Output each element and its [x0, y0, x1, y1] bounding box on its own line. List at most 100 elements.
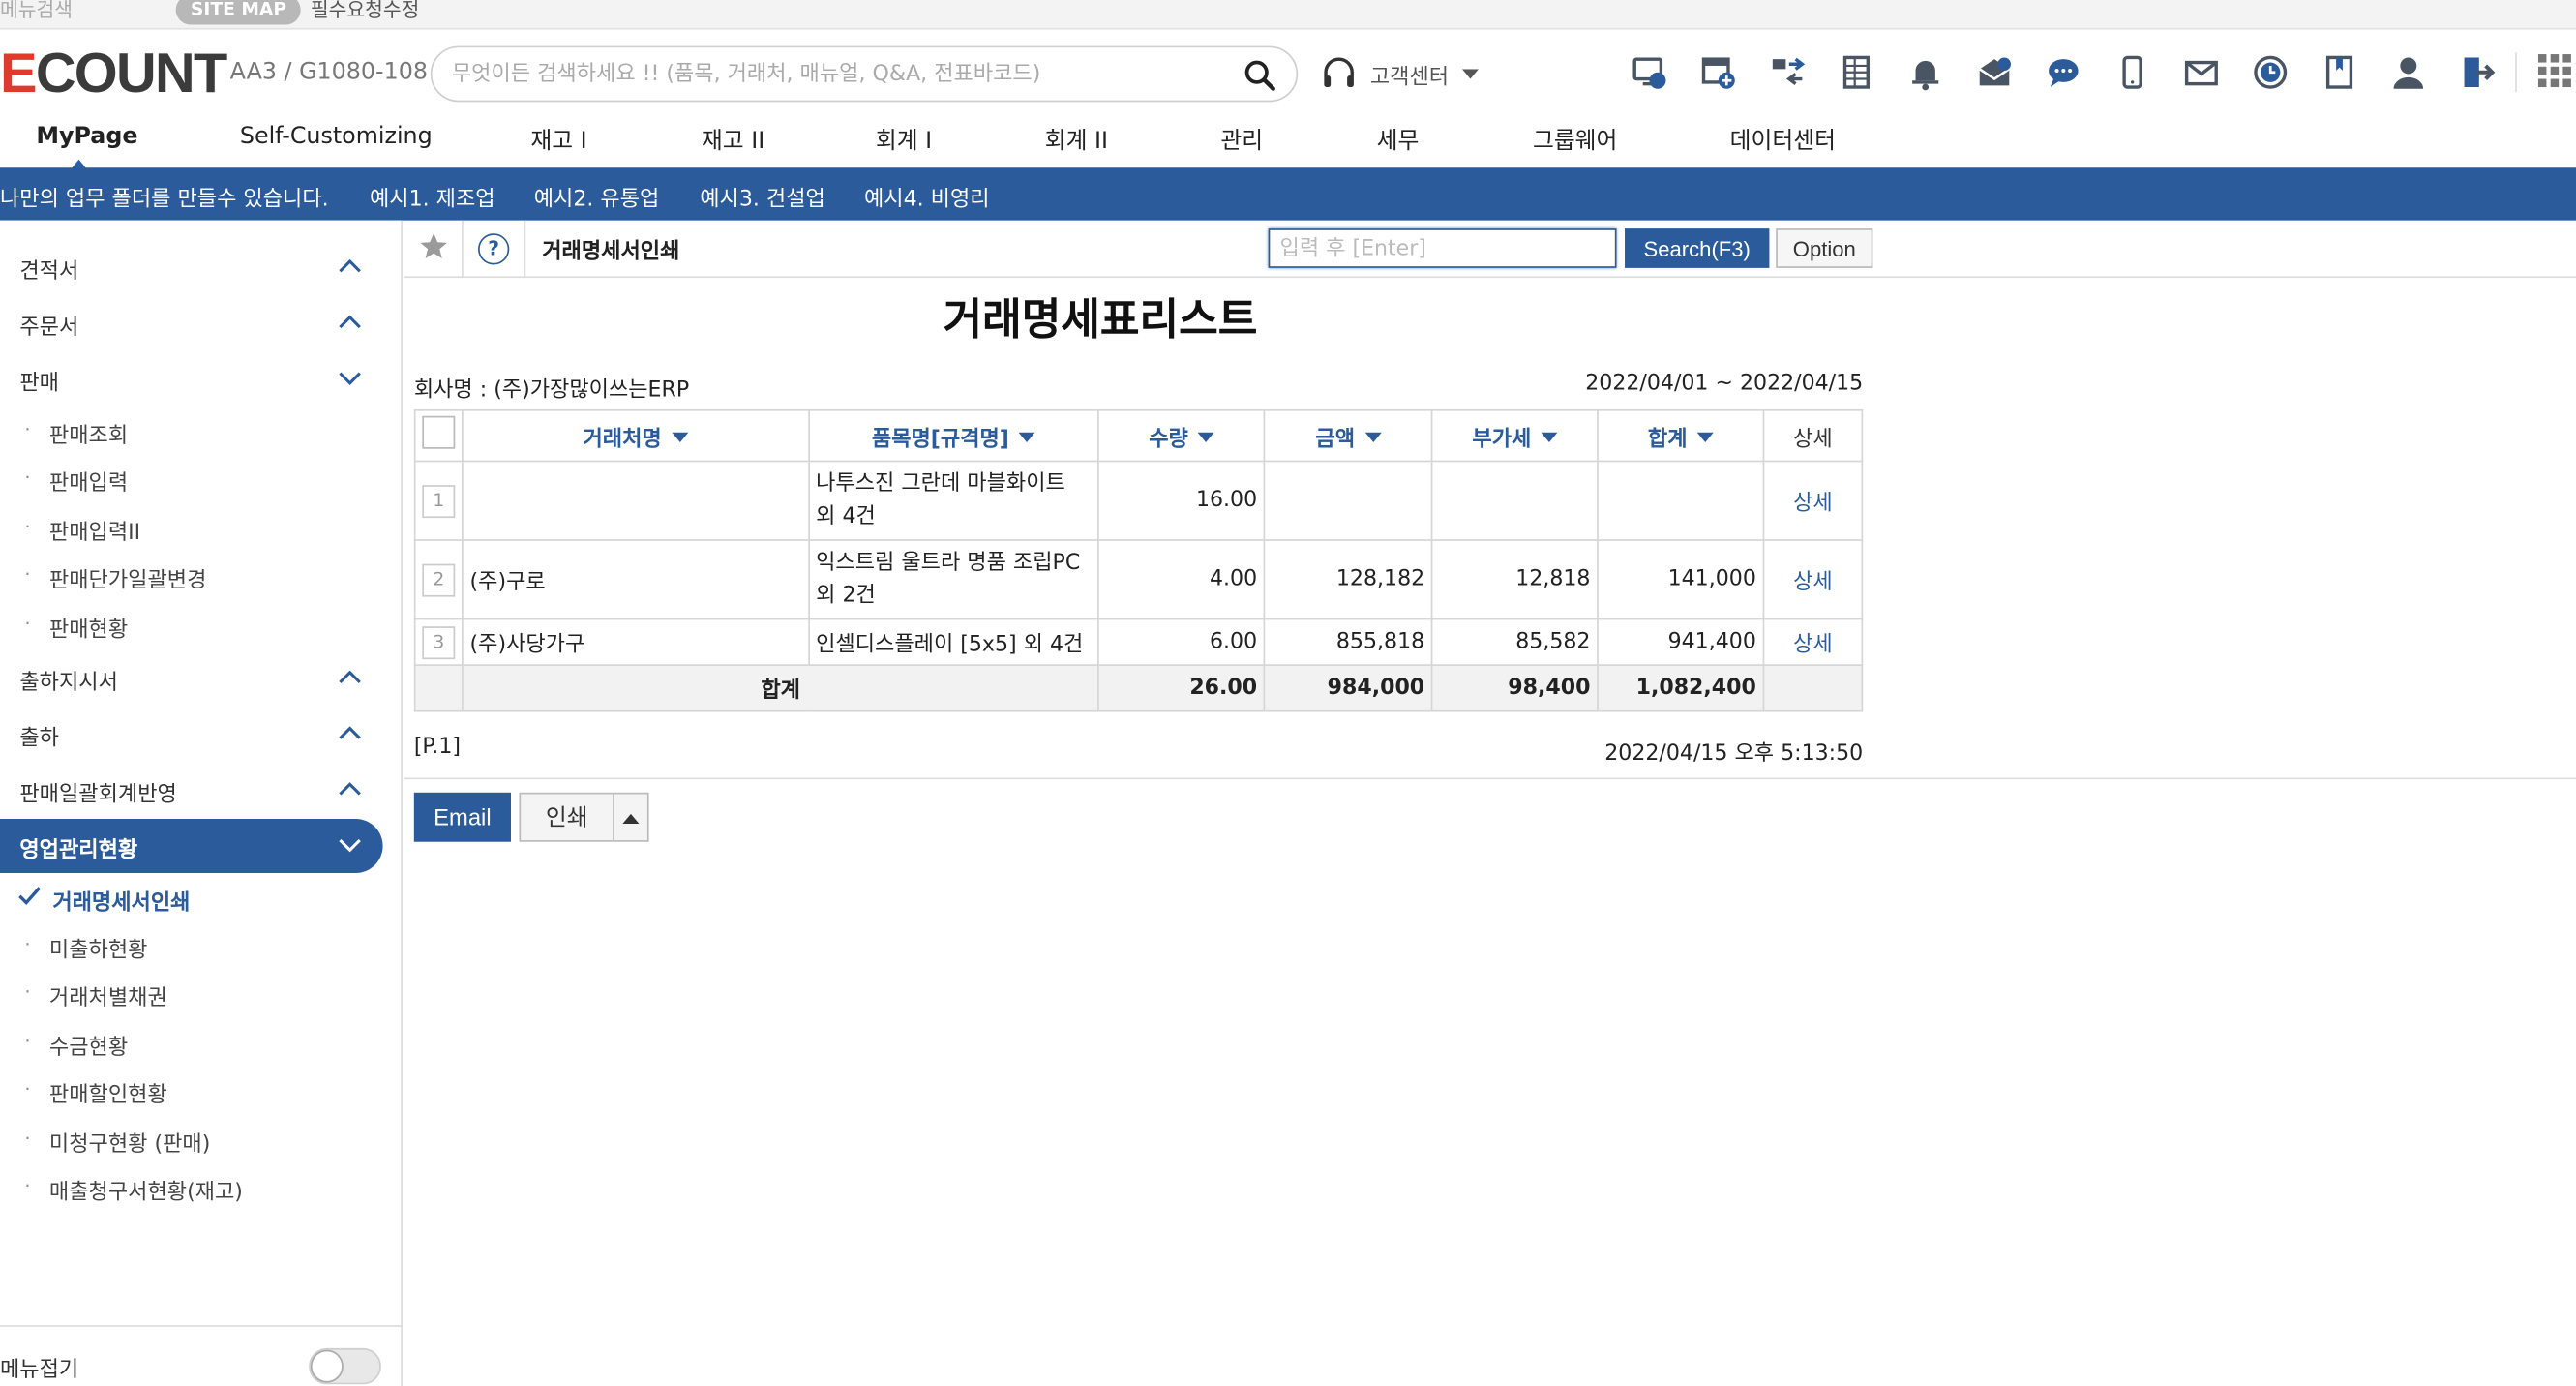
folder-example-2[interactable]: 예시2. 유통업 — [534, 181, 660, 212]
table-header-row: 거래처명 품목명[규격명] 수량 금액 부가세 합계 상세 — [413, 408, 1864, 463]
page-title: 거래명세서인쇄 — [542, 240, 680, 265]
quick-search-input[interactable] — [1268, 228, 1617, 268]
new-window-icon[interactable] — [1692, 49, 1744, 96]
menu-inventory-1[interactable]: 재고 I — [530, 123, 586, 156]
sidebar-group-shipping[interactable]: 출하 — [0, 710, 403, 757]
sidebar-group-sales[interactable]: 판매 — [0, 355, 403, 402]
sidebar-item-price-bulk-change[interactable]: · 판매단가일괄변경 — [0, 556, 403, 595]
sitemap-button[interactable]: SITE MAP — [175, 0, 302, 25]
menu-tax[interactable]: 세무 — [1377, 123, 1420, 156]
email-button[interactable]: Email — [413, 792, 511, 842]
star-icon[interactable] — [419, 232, 449, 262]
sidebar-item-unbilled[interactable]: · 미청구현황 (판매) — [0, 1120, 403, 1160]
col-amount[interactable]: 금액 — [1263, 408, 1433, 463]
sidebar-item-statement-print[interactable]: 거래명세서인쇄 — [0, 878, 403, 918]
detail-link[interactable]: 상세 — [1762, 618, 1864, 666]
cell-amount: 855,818 — [1263, 618, 1433, 666]
user-icon[interactable] — [2382, 49, 2434, 96]
sidebar-group-sales-management[interactable]: 영업관리현황 — [0, 818, 383, 874]
clock-icon[interactable] — [2244, 49, 2295, 96]
folder-example-1[interactable]: 예시1. 제조업 — [370, 181, 495, 212]
total-sum: 1,082,400 — [1597, 664, 1765, 712]
bookmark-icon[interactable] — [2313, 49, 2364, 96]
headset-icon — [1324, 57, 1354, 88]
remote-support-icon[interactable] — [1623, 49, 1674, 96]
report-title: 거래명세표리스트 — [943, 295, 1258, 346]
page-number: [P.1] — [413, 735, 461, 760]
col-total[interactable]: 합계 — [1597, 408, 1765, 463]
sidebar-item-sales-invoice[interactable]: · 매출청구서현황(재고) — [0, 1167, 403, 1207]
sidebar-group-bulk-accounting[interactable]: 판매일괄회계반영 — [0, 767, 403, 813]
option-button[interactable]: Option — [1776, 228, 1873, 268]
global-search — [430, 45, 1299, 103]
mail-open-icon[interactable] — [1968, 49, 2020, 96]
sort-arrow-icon — [671, 431, 688, 442]
sidebar-item-receivables[interactable]: · 거래처별채권 — [0, 974, 403, 1013]
cell-qty: 6.00 — [1097, 618, 1266, 666]
search-button[interactable]: Search(F3) — [1625, 228, 1770, 268]
menu-groupware[interactable]: 그룹웨어 — [1533, 123, 1617, 156]
menu-mypage[interactable]: MyPage — [36, 123, 137, 149]
select-all-checkbox[interactable] — [422, 415, 456, 449]
print-options-button[interactable] — [613, 792, 649, 842]
menu-search-link[interactable]: 메뉴검색 — [0, 0, 73, 23]
chevron-up-icon — [339, 782, 361, 796]
mobile-icon[interactable] — [2106, 49, 2157, 96]
menu-data-center[interactable]: 데이터센터 — [1730, 123, 1836, 156]
collapse-menu-label: 메뉴접기 — [0, 1358, 79, 1383]
menu-management[interactable]: 관리 — [1220, 123, 1263, 156]
col-customer[interactable]: 거래처명 — [462, 408, 810, 463]
sidebar-item-sales-inquiry[interactable]: · 판매조회 — [0, 411, 403, 451]
menu-self-customizing[interactable]: Self-Customizing — [240, 123, 433, 149]
menu-accounting-2[interactable]: 회계 II — [1045, 123, 1108, 156]
sidebar-item-sales-entry-2[interactable]: · 판매입력II — [0, 508, 403, 548]
detail-link[interactable]: 상세 — [1762, 539, 1864, 620]
chevron-up-icon — [339, 670, 361, 684]
sidebar-item-sales-status[interactable]: · 판매현황 — [0, 605, 403, 645]
sidebar-item-unshipped[interactable]: · 미출하현황 — [0, 925, 403, 965]
support-center-menu[interactable]: 고객센터 — [1321, 52, 1479, 95]
help-icon[interactable]: ? — [478, 233, 510, 265]
chevron-down-icon — [339, 838, 361, 853]
ecount-logo[interactable]: ECOUNT — [0, 46, 227, 103]
row-number[interactable]: 3 — [422, 625, 456, 659]
bell-icon[interactable] — [1900, 49, 1951, 96]
col-item[interactable]: 품목명[규격명] — [807, 408, 1100, 463]
folder-example-4[interactable]: 예시4. 비영리 — [864, 181, 990, 212]
row-number[interactable]: 1 — [422, 484, 456, 518]
row-number[interactable]: 2 — [422, 562, 456, 596]
caret-up-icon — [622, 813, 640, 825]
chat-icon[interactable] — [2037, 49, 2088, 96]
transfer-icon[interactable] — [1761, 49, 1812, 96]
cell-qty: 4.00 — [1097, 539, 1266, 620]
sidebar-item-collection[interactable]: · 수금현황 — [0, 1023, 403, 1063]
search-icon[interactable] — [1243, 59, 1276, 92]
chevron-up-icon — [339, 726, 361, 739]
sidebar-group-shipping-order[interactable]: 출하지시서 — [0, 654, 403, 701]
chevron-up-icon — [339, 258, 361, 273]
mail-icon[interactable] — [2175, 49, 2227, 96]
col-vat[interactable]: 부가세 — [1430, 408, 1599, 463]
spreadsheet-icon[interactable] — [1830, 49, 1881, 96]
detail-link[interactable]: 상세 — [1762, 460, 1864, 541]
cell-total: 141,000 — [1597, 539, 1765, 620]
apps-grid-icon[interactable] — [2536, 52, 2572, 88]
report-period: 2022/04/01 ~ 2022/04/15 — [1585, 371, 1864, 397]
required-request-link[interactable]: 필수요청수정 — [311, 0, 419, 23]
sidebar-group-order[interactable]: 주문서 — [0, 299, 403, 346]
menu-inventory-2[interactable]: 재고 II — [702, 123, 764, 156]
global-search-input[interactable] — [451, 59, 1224, 89]
sidebar-item-discount[interactable]: · 판매할인현황 — [0, 1070, 403, 1110]
sidebar-item-sales-entry[interactable]: · 판매입력 — [0, 459, 403, 498]
collapse-menu-toggle[interactable] — [309, 1347, 381, 1385]
folder-bar: 나만의 업무 폴더를 만들수 있습니다. 예시1. 제조업 예시2. 유통업 예… — [0, 167, 2576, 221]
col-qty[interactable]: 수량 — [1097, 408, 1266, 463]
menu-accounting-1[interactable]: 회계 I — [876, 123, 932, 156]
logout-icon[interactable] — [2451, 49, 2502, 96]
sort-arrow-icon — [1364, 431, 1382, 442]
print-button[interactable]: 인쇄 — [519, 792, 614, 842]
total-qty: 26.00 — [1097, 664, 1266, 712]
sidebar-group-quotation[interactable]: 견적서 — [0, 243, 403, 289]
folder-example-3[interactable]: 예시3. 건설업 — [700, 181, 825, 212]
cell-total — [1597, 460, 1765, 541]
